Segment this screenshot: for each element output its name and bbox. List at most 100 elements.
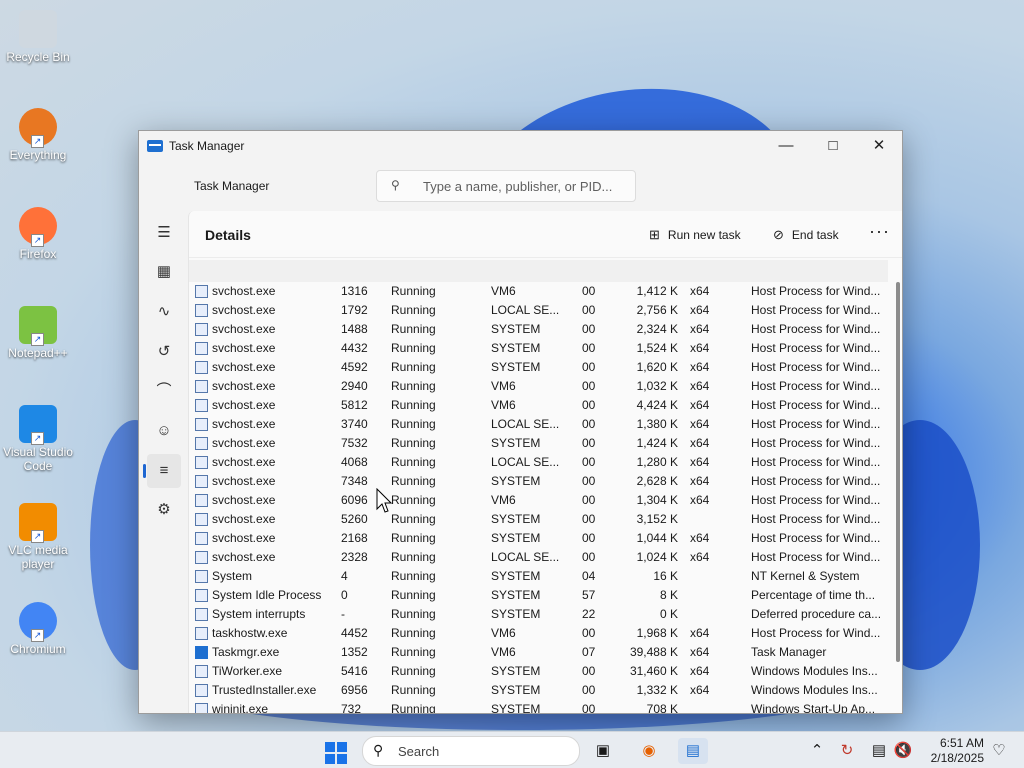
cell-cpu: 00 [582,379,596,393]
run-new-task-button[interactable]: ⊞ Run new task [649,227,741,243]
cell-user: VM6 [491,493,516,507]
table-row[interactable]: svchost.exe 7532 Running SYSTEM 00 1,424 K x64… [189,434,888,453]
cell-pid: 2940 [341,379,368,393]
table-row[interactable]: svchost.exe 4068 Running LOCAL SE... 00 1,280… [189,453,888,472]
end-task-button[interactable]: ⊘ End task [773,227,839,243]
cell-user: SYSTEM [491,436,541,450]
table-row[interactable]: svchost.exe 2168 Running SYSTEM 00 1,044 K x64… [189,529,888,548]
shortcut-arrow-icon: ↗ [31,333,44,346]
services-icon[interactable]: ⚙ [147,493,181,527]
table-row[interactable]: svchost.exe 2328 Running LOCAL SE... 00 1,024… [189,548,888,567]
cell-user: SYSTEM [491,341,541,355]
table-row[interactable]: TiWorker.exe 5416 Running SYSTEM 00 31,460 K x… [189,662,888,681]
mouse-cursor-icon [376,488,392,513]
taskbar-search-box[interactable]: ⚲ Search [362,736,580,766]
table-row[interactable]: Taskmgr.exe 1352 Running VM6 07 39,488 K x64 Ta… [189,643,888,662]
cell-cpu: 07 [582,645,596,659]
cell-arch: x64 [690,683,710,697]
cell-desc: NT Kernel & System [751,569,860,583]
cell-name: svchost.exe [212,417,276,431]
title-bar[interactable]: Task Manager — □ ✕ [139,131,902,161]
update-icon[interactable]: ↻ [834,738,860,764]
table-row[interactable]: svchost.exe 1488 Running SYSTEM 00 2,324 K x64… [189,320,888,339]
desktop-icon-firefox[interactable]: ↗ Firefox [2,207,74,261]
table-row[interactable]: svchost.exe 6096 Running VM6 00 1,304 K x64 Hos… [189,491,888,510]
startup-apps-icon[interactable]: ⌒ [147,374,181,408]
close-button[interactable]: ✕ [856,131,902,161]
table-row[interactable]: svchost.exe 2940 Running VM6 00 1,032 K x64 Hos… [189,377,888,396]
table-row[interactable]: svchost.exe 1316 Running VM6 00 1,412 K x64 Hos… [189,282,888,301]
system-clock[interactable]: 6:51 AM 2/18/2025 [931,736,984,766]
cell-status: Running [391,417,436,431]
cell-name: svchost.exe [212,493,276,507]
cell-mem: 2,756 K [636,303,678,317]
vertical-scrollbar[interactable] [896,282,900,662]
cell-mem: 1,524 K [636,341,678,355]
search-input[interactable]: ⚲ Type a name, publisher, or PID... [376,170,636,202]
hamburger-menu-icon[interactable]: ☰ [147,216,181,250]
app-history-icon[interactable]: ↺ [147,335,181,369]
processes-icon[interactable]: ▦ [147,255,181,289]
cell-pid: 4 [341,569,348,583]
table-row[interactable]: TrustedInstaller.exe 6956 Running SYSTEM 00 1… [189,681,888,700]
maximize-button[interactable]: □ [810,131,856,161]
cell-user: VM6 [491,398,516,412]
column-header-row[interactable] [189,260,888,282]
desktop-icon-notepad-plus-plus[interactable]: ↗ Notepad++ [2,306,74,360]
table-row[interactable]: System 4 Running SYSTEM 04 16 K NT Kernel & Sy… [189,567,888,586]
details-icon[interactable]: ≡ [143,454,181,488]
start-button[interactable] [325,742,347,764]
task-view-icon[interactable]: ▣ [590,738,616,764]
cell-user: SYSTEM [491,512,541,526]
desktop-icon-vlc[interactable]: ↗ VLC media player [2,503,74,571]
cell-desc: Host Process for Wind... [751,493,881,507]
cell-desc: Percentage of time th... [751,588,876,602]
cell-mem: 4,424 K [636,398,678,412]
users-icon[interactable]: ☺ [147,414,181,448]
cell-pid: 1352 [341,645,368,659]
shortcut-arrow-icon: ↗ [31,629,44,642]
notification-bell-icon[interactable]: ♡ [986,738,1012,764]
details-pane: Details ⊞ Run new task ⊘ End task ··· svch… [188,211,902,713]
table-row[interactable]: svchost.exe 1792 Running LOCAL SE... 00 2,756… [189,301,888,320]
desktop-icon-recycle-bin[interactable]: Recycle Bin [2,10,74,64]
cell-mem: 1,304 K [636,493,678,507]
table-row[interactable]: svchost.exe 7348 Running SYSTEM 00 2,628 K x64… [189,472,888,491]
table-row[interactable]: svchost.exe 5812 Running VM6 00 4,424 K x64 Hos… [189,396,888,415]
desktop-icon-chromium[interactable]: ↗ Chromium [2,602,74,656]
nav-sidebar: ☰ ▦ ∿ ↺ ⌒ ☺ ≡ ⚙ [139,211,187,713]
cell-user: SYSTEM [491,702,541,713]
table-row[interactable]: taskhostw.exe 4452 Running VM6 00 1,968 K x64 H… [189,624,888,643]
cell-mem: 1,968 K [636,626,678,640]
table-row[interactable]: svchost.exe 3740 Running LOCAL SE... 00 1,380… [189,415,888,434]
cell-desc: Host Process for Wind... [751,417,881,431]
task-manager-taskbar-icon[interactable]: ▤ [678,738,708,764]
volume-icon[interactable]: 🔇 [890,738,916,764]
table-row[interactable]: System Idle Process 0 Running SYSTEM 57 8 K Pe… [189,586,888,605]
firefox-taskbar-icon[interactable]: ◉ [636,738,662,764]
table-row[interactable]: wininit.exe 732 Running SYSTEM 00 708 K Window… [189,700,888,713]
performance-icon[interactable]: ∿ [147,295,181,329]
more-options-button[interactable]: ··· [869,221,890,242]
cell-desc: Host Process for Wind... [751,398,881,412]
table-row[interactable]: svchost.exe 5260 Running SYSTEM 00 3,152 K Hos… [189,510,888,529]
minimize-button[interactable]: — [763,131,809,161]
desktop-icon-everything-search[interactable]: ↗ Everything [2,108,74,162]
cell-user: LOCAL SE... [491,417,560,431]
table-row[interactable]: svchost.exe 4592 Running SYSTEM 00 1,620 K x64… [189,358,888,377]
table-row[interactable]: System interrupts - Running SYSTEM 22 0 K Defe… [189,605,888,624]
process-icon [195,437,208,450]
end-task-label: End task [791,228,839,242]
table-row[interactable]: svchost.exe 4432 Running SYSTEM 00 1,524 K x64… [189,339,888,358]
process-icon [195,304,208,317]
page-header: Details ⊞ Run new task ⊘ End task ··· [189,211,902,258]
cell-user: SYSTEM [491,664,541,678]
cell-pid: 5812 [341,398,368,412]
chevron-up-icon[interactable]: ⌃ [804,738,830,764]
desktop-icon-vscode[interactable]: ↗ Visual Studio Code [2,405,74,473]
cell-status: Running [391,341,436,355]
process-icon [195,418,208,431]
cell-arch: x64 [690,303,710,317]
network-icon[interactable]: ▤ [866,738,892,764]
taskbar-search-placeholder: Search [398,744,440,759]
